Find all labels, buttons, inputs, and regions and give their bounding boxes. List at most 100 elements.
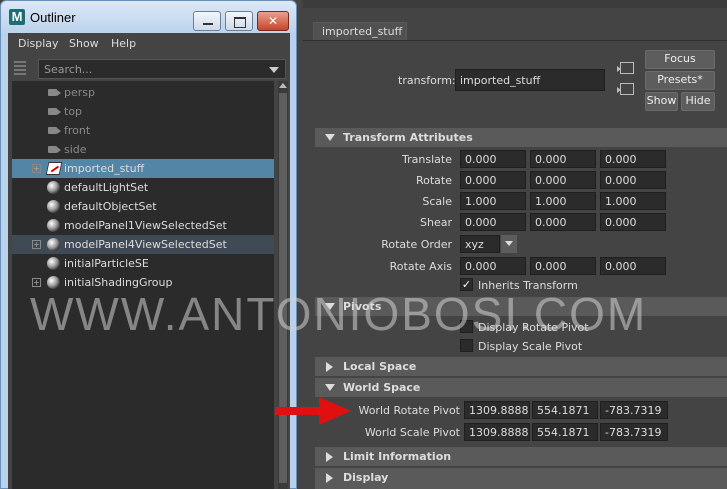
set-sphere-icon: [47, 257, 60, 270]
menu-display[interactable]: Display: [18, 37, 59, 50]
display-scale-pivot-checkbox[interactable]: [460, 339, 473, 352]
search-row: Search...: [12, 59, 288, 79]
attribute-editor: imported_stuff transform: imported_stuff…: [303, 0, 727, 489]
rotate-y-field[interactable]: 0.000: [530, 171, 596, 189]
rotate-axis-z-field[interactable]: 0.000: [600, 257, 666, 275]
tree-item-label: initialParticleSE: [64, 257, 149, 270]
shear-label: Shear: [420, 216, 452, 229]
rotate-x-field[interactable]: 0.000: [460, 171, 526, 189]
tree-item-label: defaultLightSet: [64, 181, 149, 194]
scale-y-field[interactable]: 1.000: [530, 192, 596, 210]
rotate-z-field[interactable]: 0.000: [600, 171, 666, 189]
expand-arrow-icon: [326, 473, 333, 483]
world-scale-pivot-z-field[interactable]: -783.7319: [600, 423, 668, 441]
tree-item-defaultobjectset[interactable]: defaultObjectSet: [12, 197, 274, 216]
section-transform-attributes[interactable]: Transform Attributes: [315, 128, 727, 147]
outliner-body: Display Show Help Search... persp top fr…: [8, 33, 290, 489]
tree-item-imported-stuff[interactable]: + imported_stuff: [12, 159, 274, 178]
inherits-transform-checkbox[interactable]: ✓: [460, 278, 473, 291]
tree-item-top[interactable]: top: [12, 102, 274, 121]
display-rotate-pivot-label: Display Rotate Pivot: [478, 321, 589, 334]
world-rotate-pivot-label: World Rotate Pivot: [358, 404, 460, 417]
search-input[interactable]: Search...: [38, 59, 286, 79]
translate-x-field[interactable]: 0.000: [460, 150, 526, 168]
expand-toggle[interactable]: +: [32, 278, 41, 287]
display-rotate-pivot-checkbox[interactable]: [460, 320, 473, 333]
collapse-arrow-icon: [325, 134, 335, 141]
maximize-button[interactable]: [225, 11, 253, 31]
expand-toggle[interactable]: +: [32, 164, 41, 173]
show-button[interactable]: Show: [645, 92, 678, 111]
menu-show[interactable]: Show: [69, 37, 99, 50]
section-limit-information[interactable]: Limit Information: [315, 447, 727, 466]
section-title: Limit Information: [343, 450, 452, 463]
world-rotate-pivot-z-field[interactable]: -783.7319: [600, 401, 668, 419]
shear-x-field[interactable]: 0.000: [460, 213, 526, 231]
tree-item-front[interactable]: front: [12, 121, 274, 140]
scroll-up-icon[interactable]: [279, 83, 287, 88]
rotate-axis-y-field[interactable]: 0.000: [530, 257, 596, 275]
shear-z-field[interactable]: 0.000: [600, 213, 666, 231]
section-pivots[interactable]: Pivots: [315, 297, 727, 316]
search-dropdown-icon[interactable]: [269, 67, 279, 73]
close-button[interactable]: ✕: [257, 11, 289, 31]
grip-handle-icon[interactable]: [14, 61, 26, 77]
world-rotate-pivot-y-field[interactable]: 554.1871: [532, 401, 598, 419]
shear-y-field[interactable]: 0.000: [530, 213, 596, 231]
minimize-button[interactable]: [193, 11, 221, 31]
outliner-scrollbar[interactable]: [278, 81, 288, 489]
tree-item-persp[interactable]: persp: [12, 83, 274, 102]
scale-z-field[interactable]: 1.000: [600, 192, 666, 210]
transform-icon: [45, 162, 63, 175]
tree-item-initialparticlese[interactable]: initialParticleSE: [12, 254, 274, 273]
search-placeholder: Search...: [44, 63, 93, 76]
expand-toggle[interactable]: +: [32, 240, 41, 249]
expand-arrow-icon: [326, 452, 333, 462]
tree-item-defaultlightset[interactable]: defaultLightSet: [12, 178, 274, 197]
section-display[interactable]: Display: [315, 468, 727, 489]
tree-item-modelpanel1[interactable]: modelPanel1ViewSelectedSet: [12, 216, 274, 235]
hide-button[interactable]: Hide: [681, 92, 715, 111]
presets-button[interactable]: Presets*: [645, 71, 715, 90]
world-scale-pivot-y-field[interactable]: 554.1871: [532, 423, 598, 441]
translate-z-field[interactable]: 0.000: [600, 150, 666, 168]
tree-item-label: front: [64, 124, 91, 137]
set-sphere-icon: [47, 276, 60, 289]
set-sphere-icon: [47, 181, 60, 194]
section-world-space[interactable]: World Space: [315, 378, 727, 397]
tree-item-label: modelPanel4ViewSelectedSet: [64, 238, 227, 251]
section-title: Local Space: [343, 360, 417, 373]
tree-item-initialshadinggroup[interactable]: + initialShadingGroup: [12, 273, 274, 292]
section-title: Pivots: [343, 300, 382, 313]
tree-item-label: persp: [64, 86, 95, 99]
rotate-axis-x-field[interactable]: 0.000: [460, 257, 526, 275]
tree-item-side[interactable]: side: [12, 140, 274, 159]
scale-x-field[interactable]: 1.000: [460, 192, 526, 210]
set-sphere-icon: [47, 219, 60, 232]
go-input-icon[interactable]: [617, 62, 634, 74]
set-sphere-icon: [47, 200, 60, 213]
rotate-label: Rotate: [415, 174, 452, 187]
rotate-order-label: Rotate Order: [381, 238, 452, 251]
menu-help[interactable]: Help: [111, 37, 136, 50]
world-rotate-pivot-x-field[interactable]: 1309.8888: [464, 401, 530, 419]
world-scale-pivot-x-field[interactable]: 1309.8888: [464, 423, 530, 441]
translate-y-field[interactable]: 0.000: [530, 150, 596, 168]
tree-item-label: defaultObjectSet: [64, 200, 157, 213]
tree-item-label: top: [64, 105, 83, 118]
section-local-space[interactable]: Local Space: [315, 357, 727, 376]
tree-item-label: initialShadingGroup: [64, 276, 173, 289]
outliner-titlebar[interactable]: M Outliner ✕: [1, 1, 296, 33]
camera-icon: [48, 108, 61, 115]
transform-name-field[interactable]: imported_stuff: [455, 69, 605, 91]
rotate-order-select[interactable]: xyz: [460, 235, 500, 253]
camera-icon: [48, 146, 61, 153]
go-output-icon[interactable]: [617, 83, 634, 95]
focus-button[interactable]: Focus: [645, 50, 715, 69]
tab-divider: [303, 40, 727, 41]
tab-imported-stuff[interactable]: imported_stuff: [313, 22, 407, 40]
tree-item-modelpanel4[interactable]: + modelPanel4ViewSelectedSet: [12, 235, 274, 254]
chevron-down-icon[interactable]: [501, 235, 517, 253]
world-scale-pivot-label: World Scale Pivot: [364, 426, 460, 439]
outliner-window: M Outliner ✕ Display Show Help Search...…: [0, 0, 297, 489]
